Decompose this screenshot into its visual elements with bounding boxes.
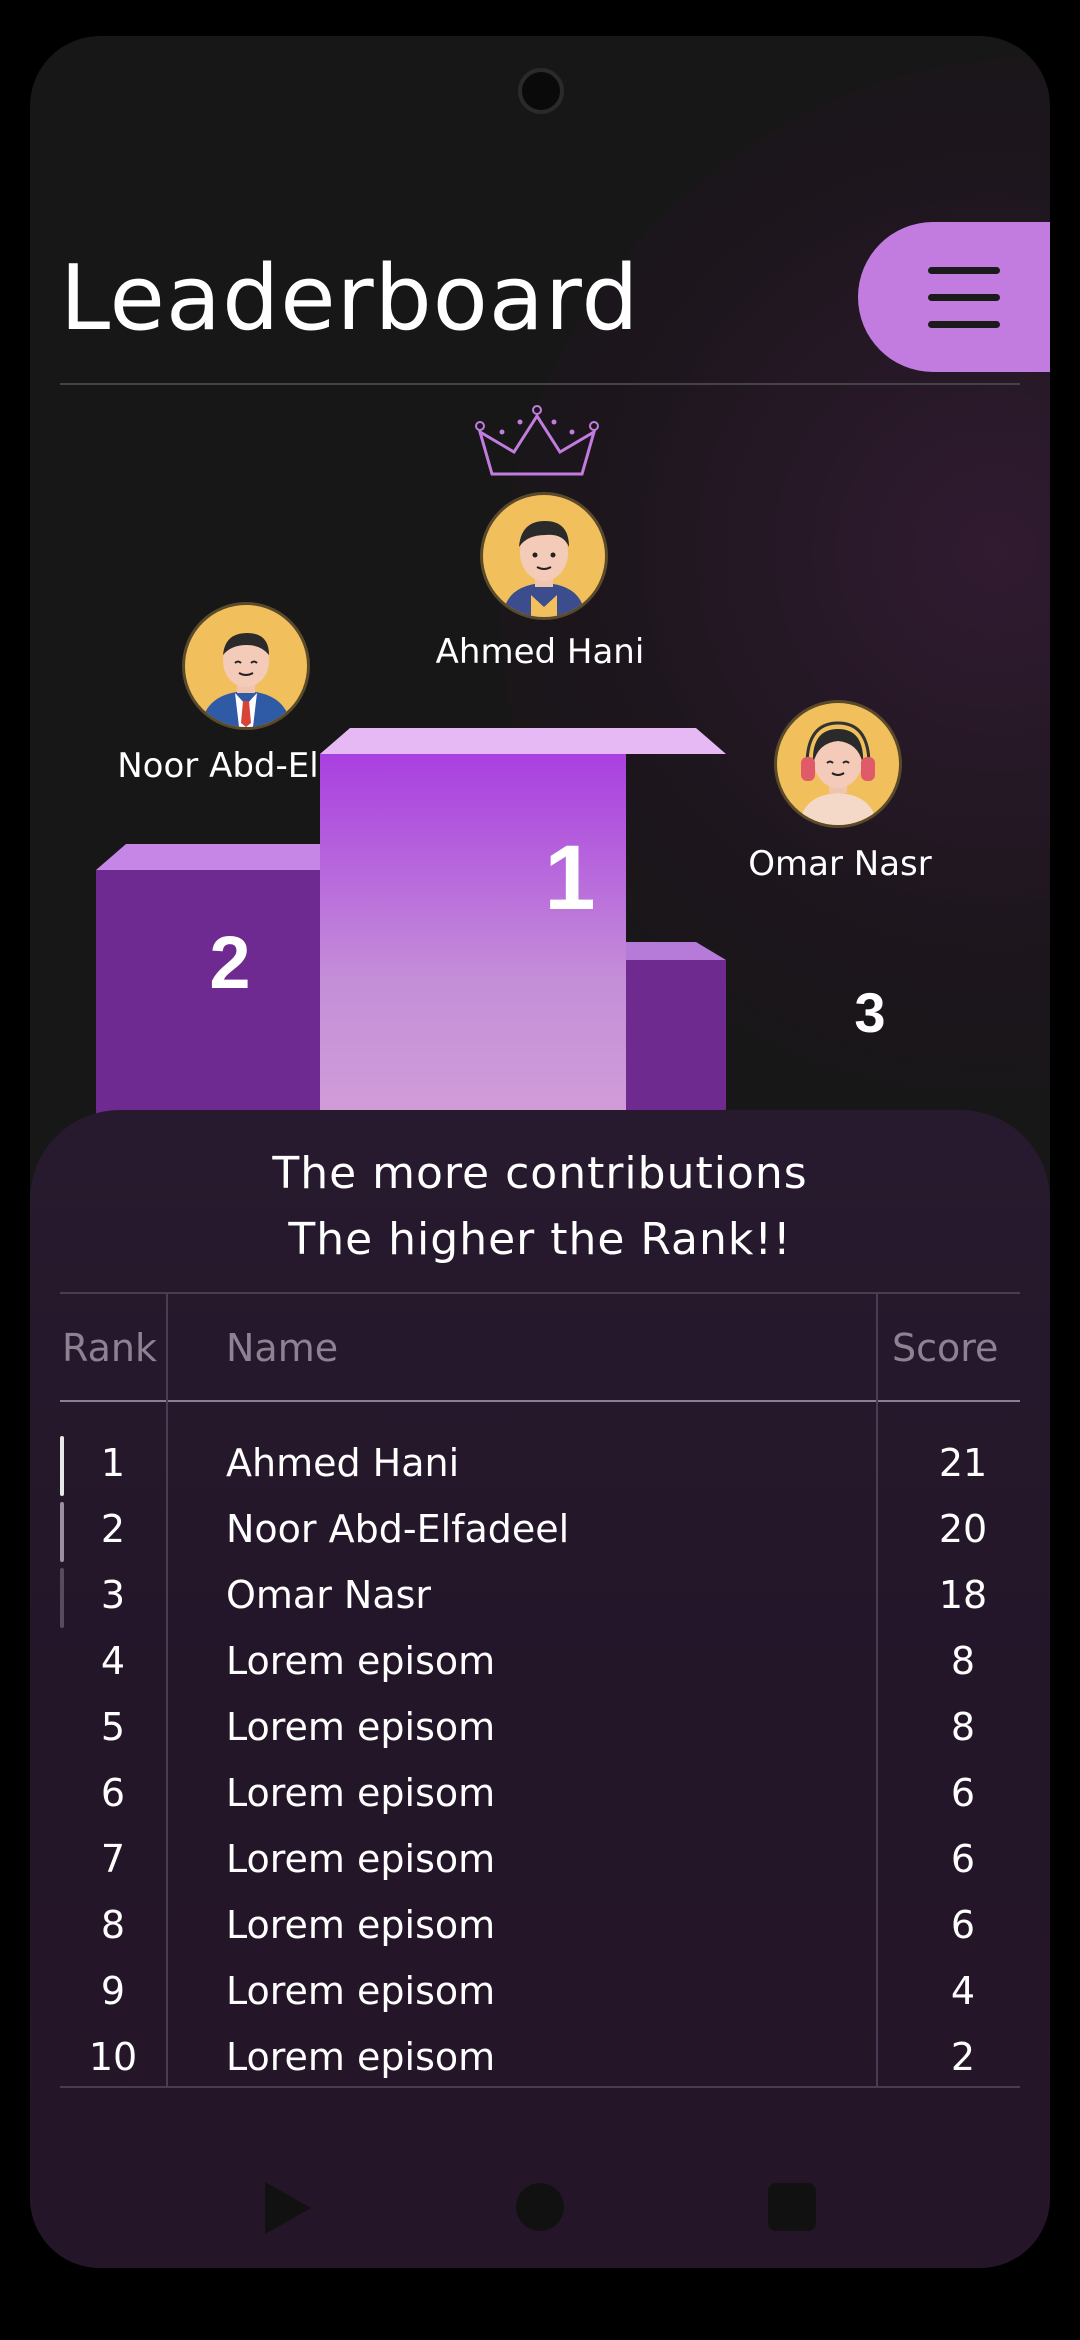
table-row[interactable]: 9 Lorem episom 4 xyxy=(60,1958,1020,2024)
row-rank: 1 xyxy=(100,1441,126,1485)
row-name: Lorem episom xyxy=(226,1969,496,2013)
person-icon xyxy=(503,521,585,617)
row-rank: 4 xyxy=(100,1639,126,1683)
podium-number-third: 3 xyxy=(854,981,886,1044)
podium-name-third: Omar Nasr xyxy=(748,844,932,884)
app-screen: Leaderboard Ahmed Hani Noor Abd-El..... … xyxy=(30,36,1050,2268)
row-name: Ahmed Hani xyxy=(226,1441,460,1485)
row-score: 20 xyxy=(938,1507,988,1551)
row-name: Lorem episom xyxy=(226,1771,496,1815)
table-row[interactable]: 2 Noor Abd-Elfadeel 20 xyxy=(60,1496,1020,1562)
person-icon xyxy=(799,721,877,825)
column-header-name[interactable]: Name xyxy=(226,1326,338,1370)
podium-number-first: 1 xyxy=(544,827,596,929)
row-score: 6 xyxy=(950,1837,976,1881)
row-name: Noor Abd-Elfadeel xyxy=(226,1507,570,1551)
row-name: Lorem episom xyxy=(226,1837,496,1881)
row-score: 21 xyxy=(938,1441,988,1485)
row-name: Lorem episom xyxy=(226,1903,496,1947)
row-rank: 10 xyxy=(88,2035,138,2079)
system-navigation-bar xyxy=(30,2166,1050,2268)
row-score: 8 xyxy=(950,1705,976,1749)
table-row[interactable]: 8 Lorem episom 6 xyxy=(60,1892,1020,1958)
row-score: 8 xyxy=(950,1639,976,1683)
table-row[interactable]: 7 Lorem episom 6 xyxy=(60,1826,1020,1892)
row-score: 2 xyxy=(950,2035,976,2079)
home-circle-icon[interactable] xyxy=(516,2183,564,2231)
table-row[interactable]: 3 Omar Nasr 18 xyxy=(60,1562,1020,1628)
row-rank: 5 xyxy=(100,1705,126,1749)
avatar-first[interactable] xyxy=(480,492,608,620)
menu-button[interactable] xyxy=(858,222,1050,372)
podium-name-first: Ahmed Hani xyxy=(435,632,645,672)
row-rank: 8 xyxy=(100,1903,126,1947)
crown-icon xyxy=(475,405,599,476)
row-name: Lorem episom xyxy=(226,2035,496,2079)
table-row[interactable]: 6 Lorem episom 6 xyxy=(60,1760,1020,1826)
row-score: 6 xyxy=(950,1903,976,1947)
hamburger-line xyxy=(928,293,1000,301)
table-row[interactable]: 5 Lorem episom 8 xyxy=(60,1694,1020,1760)
row-score: 4 xyxy=(950,1969,976,2013)
row-rank: 6 xyxy=(100,1771,126,1815)
front-camera xyxy=(518,68,564,114)
tagline-line-2: The higher the Rank!! xyxy=(288,1214,792,1265)
phone-frame: Leaderboard Ahmed Hani Noor Abd-El..... … xyxy=(0,0,1080,2340)
table-row[interactable]: 10 Lorem episom 2 xyxy=(60,2024,1020,2090)
row-score: 6 xyxy=(950,1771,976,1815)
podium-number-second: 2 xyxy=(209,921,251,1004)
row-rank: 3 xyxy=(100,1573,126,1617)
tagline-line-1: The more contributions xyxy=(272,1148,808,1199)
column-header-score[interactable]: Score xyxy=(892,1326,998,1370)
hamburger-menu-icon xyxy=(928,266,1000,274)
hamburger-line xyxy=(928,320,1000,328)
header-divider xyxy=(60,383,1020,385)
back-triangle-icon[interactable] xyxy=(265,2182,311,2234)
recents-square-icon[interactable] xyxy=(768,2183,816,2231)
table-row[interactable]: 1 Ahmed Hani 21 xyxy=(60,1430,1020,1496)
row-name: Lorem episom xyxy=(226,1705,496,1749)
row-rank: 2 xyxy=(100,1507,126,1551)
row-name: Lorem episom xyxy=(226,1639,496,1683)
row-rank: 9 xyxy=(100,1969,126,2013)
page-title: Leaderboard xyxy=(60,246,640,351)
table-row[interactable]: 4 Lorem episom 8 xyxy=(60,1628,1020,1694)
column-header-rank[interactable]: Rank xyxy=(62,1326,157,1370)
avatar-third[interactable] xyxy=(774,700,902,828)
row-score: 18 xyxy=(938,1573,988,1617)
row-rank: 7 xyxy=(100,1837,126,1881)
row-name: Omar Nasr xyxy=(226,1573,432,1617)
